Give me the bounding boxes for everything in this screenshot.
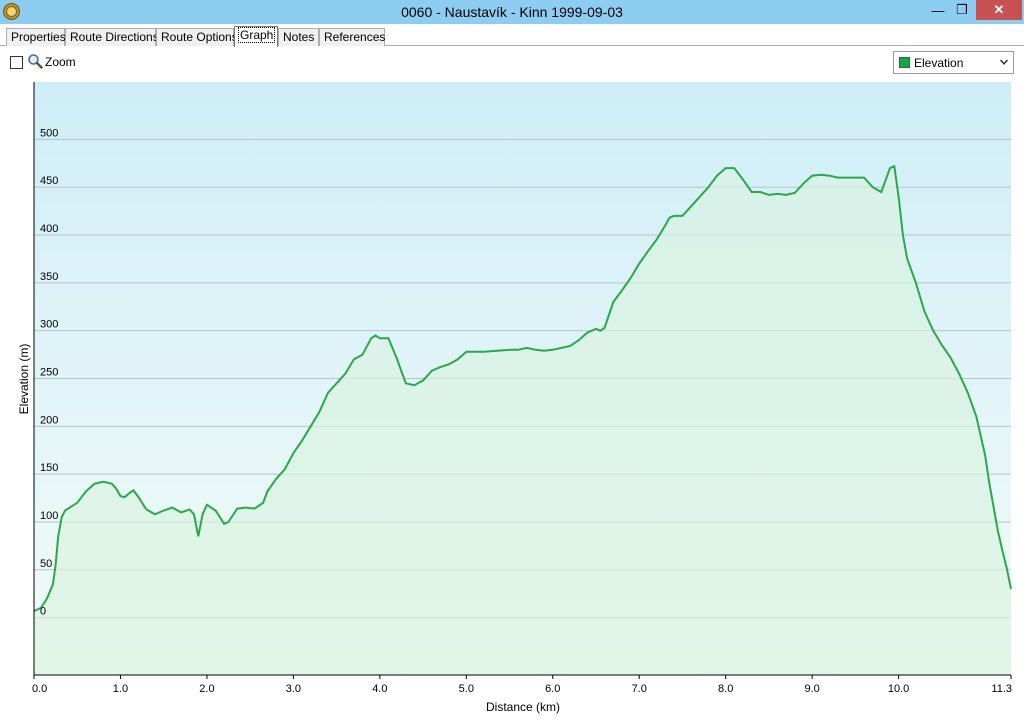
x-tick-label: 6.0 [545, 683, 560, 695]
tab-route-directions[interactable]: Route Directions [65, 28, 159, 46]
chevron-down-icon [999, 59, 1009, 65]
tab-label: References [324, 30, 386, 44]
y-tick-label: 150 [40, 462, 58, 474]
series-selector-dropdown[interactable]: Elevation [893, 51, 1014, 74]
tab-notes[interactable]: Notes [278, 28, 319, 46]
x-axis-title: Distance (km) [486, 700, 560, 714]
y-tick-label: 200 [40, 414, 58, 426]
series-selector-value: Elevation [914, 56, 964, 70]
tab-strip: Properties Route Directions Route Option… [0, 24, 1024, 47]
tab-label: Properties [11, 30, 66, 44]
app-window: 0060 - Naustavík - Kinn 1999-09-03 — ❐ ✕… [0, 0, 1024, 728]
tab-references[interactable]: References [319, 28, 385, 46]
x-tick-label: 0.0 [32, 683, 47, 695]
x-tick-label: 3.0 [286, 683, 301, 695]
x-tick-label: 9.0 [804, 683, 819, 695]
tab-label: Notes [283, 30, 315, 44]
y-tick-label: 0 [40, 606, 46, 618]
tab-properties[interactable]: Properties [6, 28, 66, 46]
y-tick-label: 50 [40, 558, 52, 570]
y-tick-label: 400 [40, 223, 58, 235]
graph-toolbar: Zoom [0, 47, 1024, 75]
zoom-label[interactable]: Zoom [45, 55, 76, 69]
elevation-color-swatch [899, 57, 910, 68]
tab-route-options[interactable]: Route Options [156, 28, 238, 46]
close-button[interactable]: ✕ [976, 0, 1022, 20]
maximize-button[interactable]: ❐ [948, 0, 976, 20]
y-tick-label: 500 [40, 127, 58, 139]
y-tick-label: 300 [40, 319, 58, 331]
zoom-checkbox[interactable] [10, 56, 23, 69]
x-tick-label: 4.0 [372, 683, 387, 695]
y-axis-title: Elevation (m) [17, 344, 31, 415]
tab-label: Route Options [161, 30, 238, 44]
x-tick-label: 7.0 [632, 683, 647, 695]
x-tick-labels: 0.0 1.0 2.0 3.0 4.0 5.0 6.0 7.0 8.0 9.0 10.0 11.3 [32, 683, 1012, 695]
x-tick-label: 5.0 [459, 683, 474, 695]
x-tick-label: 2.0 [199, 683, 214, 695]
magnifier-icon [28, 54, 43, 69]
elevation-chart[interactable]: 0 50 100 150 200 250 300 350 400 450 500 0.0 1.0 2.0… [0, 76, 1024, 726]
x-tick-label: 10.0 [888, 683, 909, 695]
x-tick-label: 11.3 [991, 683, 1012, 695]
tab-graph[interactable]: Graph [234, 26, 278, 47]
x-tick-label: 8.0 [718, 683, 733, 695]
y-tick-label: 450 [40, 175, 58, 187]
tab-label: Graph [237, 27, 276, 43]
y-tick-label: 250 [40, 367, 58, 379]
y-tick-label: 350 [40, 271, 58, 283]
title-bar[interactable]: 0060 - Naustavík - Kinn 1999-09-03 — ❐ ✕ [0, 0, 1024, 24]
x-tick-label: 1.0 [113, 683, 128, 695]
y-tick-label: 100 [40, 510, 58, 522]
tab-label: Route Directions [70, 30, 159, 44]
window-title: 0060 - Naustavík - Kinn 1999-09-03 [401, 4, 623, 20]
